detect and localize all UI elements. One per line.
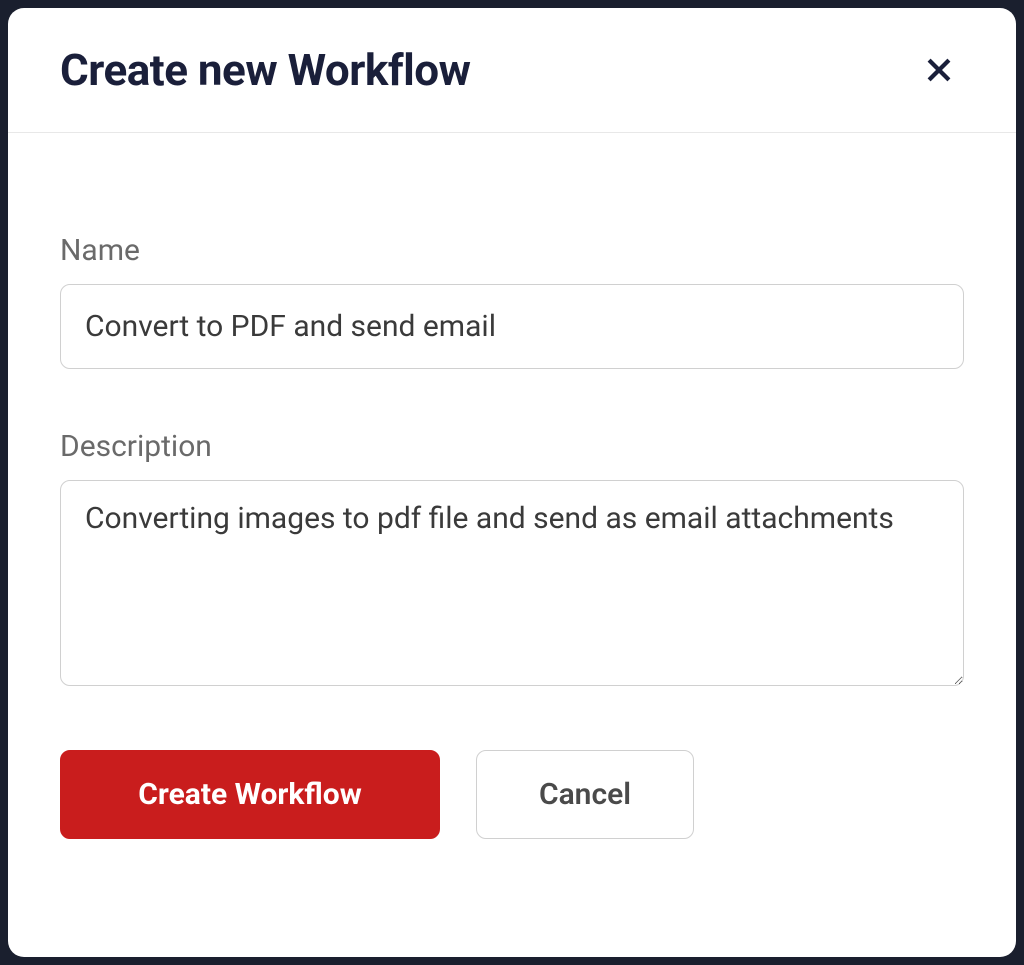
modal-body: Name Description Converting images to pd… (8, 133, 1016, 957)
cancel-button[interactable]: Cancel (476, 750, 694, 839)
description-label: Description (60, 429, 964, 464)
name-input[interactable] (60, 284, 964, 369)
create-workflow-modal: Create new Workflow Name Description Con… (8, 8, 1016, 957)
create-workflow-button[interactable]: Create Workflow (60, 750, 440, 839)
name-field-group: Name (60, 233, 964, 369)
close-button[interactable] (914, 45, 964, 95)
description-field-group: Description Converting images to pdf fil… (60, 429, 964, 690)
description-textarea[interactable]: Converting images to pdf file and send a… (60, 480, 964, 686)
modal-header: Create new Workflow (8, 8, 1016, 133)
close-icon (922, 53, 956, 87)
button-row: Create Workflow Cancel (60, 750, 964, 839)
name-label: Name (60, 233, 964, 268)
modal-title: Create new Workflow (60, 44, 470, 96)
